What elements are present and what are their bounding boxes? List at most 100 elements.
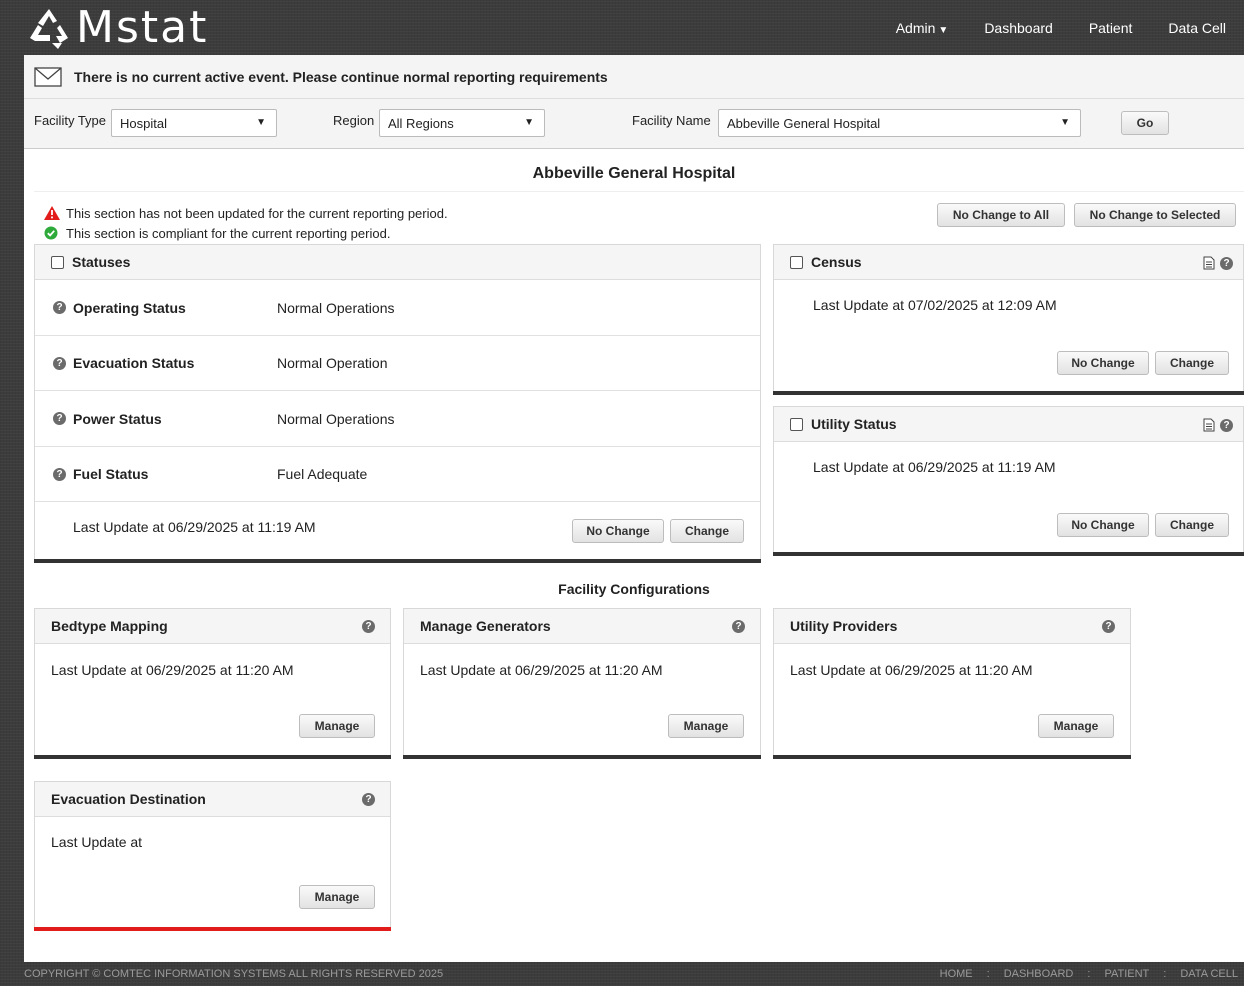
panel-bottom-bar (403, 755, 761, 759)
census-checkbox[interactable] (790, 255, 803, 269)
status-label-text: Power Status (73, 410, 162, 427)
status-value: Normal Operations (277, 299, 395, 316)
status-row: ? Operating Status Normal Operations (35, 280, 760, 336)
census-panel: Census ? Last Update at 07/02/2025 at 12… (773, 244, 1244, 395)
status-label: ? Evacuation Status (53, 355, 194, 371)
no-change-button[interactable]: No Change (572, 519, 664, 543)
footer-link-dashboard[interactable]: DASHBOARD (1004, 968, 1074, 980)
card-title: Utility Providers (790, 618, 898, 634)
utility-status-checkbox[interactable] (790, 417, 803, 431)
status-value: Normal Operations (277, 410, 395, 427)
legend-not-updated-text: This section has not been updated for th… (66, 205, 448, 221)
statuses-checkbox[interactable] (51, 255, 64, 269)
manage-button[interactable]: Manage (299, 885, 375, 909)
status-label: ? Fuel Status (53, 466, 148, 482)
facility-type-select[interactable]: Hospital ▼ (111, 109, 277, 137)
no-change-to-selected-button[interactable]: No Change to Selected (1074, 203, 1236, 227)
event-alert-bar: There is no current active event. Please… (24, 55, 1244, 99)
no-change-button[interactable]: No Change (1057, 513, 1149, 537)
manage-button[interactable]: Manage (299, 714, 375, 738)
footer-link-data-cell[interactable]: DATA CELL (1180, 968, 1238, 980)
last-update-text: Last Update at 06/29/2025 at 11:20 AM (420, 662, 663, 678)
recycle-logo-icon (30, 8, 68, 49)
nav-data-cell[interactable]: Data Cell (1150, 20, 1244, 36)
change-button[interactable]: Change (670, 519, 744, 543)
divider (34, 191, 1244, 192)
facility-name-value: Abbeville General Hospital (727, 116, 881, 131)
status-label-text: Evacuation Status (73, 355, 195, 371)
help-icon[interactable]: ? (53, 467, 66, 481)
bedtype-mapping-card: Bedtype Mapping ? Last Update at 06/29/2… (34, 608, 391, 759)
census-title: Census (811, 254, 862, 270)
statuses-panel: Statuses ? Operating Status Normal Operat… (34, 244, 761, 563)
region-value: All Regions (388, 116, 454, 131)
status-label: ? Operating Status (53, 300, 186, 316)
legend: This section has not been updated for th… (44, 203, 448, 243)
warning-triangle-icon (44, 206, 60, 220)
nav-admin[interactable]: Admin ▼ (878, 20, 967, 36)
status-value: Fuel Adequate (277, 466, 368, 482)
card-header: Evacuation Destination ? (35, 782, 390, 817)
facility-title: Abbeville General Hospital (532, 165, 736, 182)
filter-bar: Facility Type Hospital ▼ Region All Regi… (24, 99, 1244, 149)
brand[interactable]: Mstat (26, 4, 208, 51)
document-icon[interactable] (1203, 418, 1215, 432)
legend-compliant: This section is compliant for the curren… (44, 223, 448, 243)
dropdown-arrow-icon: ▼ (256, 117, 266, 128)
change-button[interactable]: Change (1155, 513, 1229, 537)
help-icon[interactable]: ? (362, 793, 375, 806)
footer-link-home[interactable]: HOME (940, 968, 973, 980)
last-update-text: Last Update at 06/29/2025 at 11:20 AM (51, 662, 294, 678)
panel-bottom-bar (34, 755, 391, 759)
last-update-text: Last Update at 06/29/2025 at 11:20 AM (790, 662, 1033, 678)
top-nav: Admin ▼ Dashboard Patient Data Cell (878, 0, 1244, 55)
main-content: There is no current active event. Please… (24, 55, 1244, 962)
help-icon[interactable]: ? (1102, 620, 1115, 633)
panel-bottom-bar (773, 391, 1244, 395)
footer-separator: : (986, 968, 990, 980)
no-change-button[interactable]: No Change (1057, 351, 1149, 375)
status-label-text: Operating Status (73, 299, 186, 316)
census-header: Census ? (774, 245, 1243, 280)
status-label: ? Power Status (53, 411, 162, 427)
region-label: Region (333, 113, 375, 128)
statuses-title: Statuses (72, 254, 131, 270)
facility-type-value: Hospital (120, 116, 167, 131)
status-row: ? Evacuation Status Normal Operation (35, 336, 760, 391)
statuses-header: Statuses (35, 245, 760, 280)
nav-dashboard[interactable]: Dashboard (966, 20, 1071, 36)
no-change-to-all-button[interactable]: No Change to All (937, 203, 1065, 227)
help-icon[interactable]: ? (1220, 256, 1233, 270)
help-icon[interactable]: ? (362, 620, 375, 633)
status-label-text: Fuel Status (73, 466, 149, 482)
footer-link-patient[interactable]: PATIENT (1104, 968, 1149, 980)
help-icon[interactable]: ? (53, 301, 66, 314)
nav-patient[interactable]: Patient (1071, 20, 1151, 36)
legend-compliant-text: This section is compliant for the curren… (66, 225, 391, 241)
last-update-text: Last Update at 06/29/2025 at 11:19 AM (813, 459, 1056, 475)
last-update-text: Last Update at 07/02/2025 at 12:09 AM (813, 297, 1057, 313)
help-icon[interactable]: ? (53, 412, 66, 425)
card-header: Manage Generators ? (404, 609, 760, 644)
go-button[interactable]: Go (1121, 111, 1169, 135)
card-title: Evacuation Destination (51, 791, 206, 807)
manage-generators-card: Manage Generators ? Last Update at 06/29… (403, 608, 761, 759)
manage-button[interactable]: Manage (1038, 714, 1114, 738)
footer-links: HOME : DASHBOARD : PATIENT : DATA CELL (926, 968, 1238, 980)
envelope-icon (34, 66, 62, 87)
region-select[interactable]: All Regions ▼ (379, 109, 545, 137)
facility-name-label: Facility Name (632, 113, 711, 128)
legend-not-updated: This section has not been updated for th… (44, 203, 448, 223)
help-icon[interactable]: ? (53, 356, 66, 370)
document-icon[interactable] (1203, 256, 1215, 270)
change-button[interactable]: Change (1155, 351, 1229, 375)
card-header: Bedtype Mapping ? (35, 609, 390, 644)
help-icon[interactable]: ? (732, 620, 745, 633)
manage-button[interactable]: Manage (668, 714, 744, 738)
facility-name-select[interactable]: Abbeville General Hospital ▼ (718, 109, 1081, 137)
top-navbar: Mstat Admin ▼ Dashboard Patient Data Cell (0, 0, 1244, 55)
panel-bottom-bar (773, 552, 1244, 556)
help-icon[interactable]: ? (1220, 418, 1233, 432)
utility-status-title: Utility Status (811, 416, 897, 432)
dropdown-arrow-icon: ▼ (524, 117, 534, 128)
